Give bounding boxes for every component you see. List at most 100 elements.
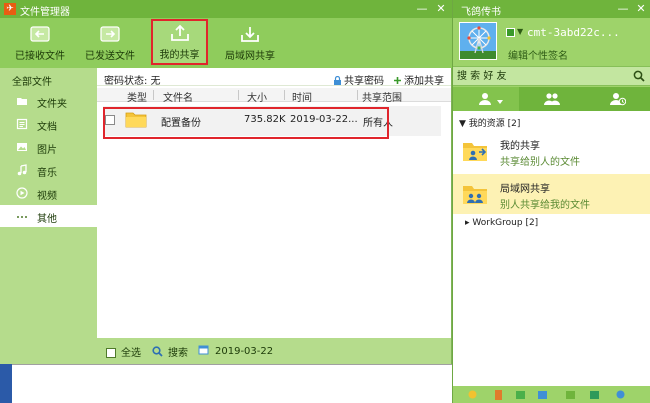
more-dots-icon (16, 210, 28, 222)
column-share-scope[interactable]: 共享范围 (362, 89, 402, 104)
minimize-button[interactable]: — (616, 2, 630, 16)
table-row[interactable]: 配置备份 735.82K 2019-03-22... 所有人 (103, 106, 441, 136)
friend-search-bar (453, 66, 650, 86)
add-share-link[interactable]: 添加共享 (393, 72, 444, 87)
column-size[interactable]: 大小 (247, 89, 267, 104)
profile-area: ▼ cmt-3abd22c... 编辑个性签名 (453, 18, 650, 66)
toolbar-label: 已发送文件 (85, 51, 135, 62)
lan-share-button[interactable]: 局域网共享 (220, 22, 280, 66)
sidebar-header[interactable]: 全部文件 (12, 73, 52, 88)
date-filter[interactable]: 2019-03-22 (198, 344, 273, 357)
file-icon[interactable] (493, 389, 504, 400)
category-sidebar: 全部文件 文件夹 文档 图片 音乐 视频 其他 (0, 68, 97, 364)
document-icon (16, 118, 28, 130)
sent-files-button[interactable]: 已发送文件 (80, 22, 140, 66)
sidebar-item-label: 文件夹 (37, 99, 67, 110)
status-dropdown-icon[interactable]: ▼ (517, 27, 523, 36)
row-checkbox[interactable] (105, 115, 115, 125)
messenger-footer-toolbar (453, 386, 650, 403)
username[interactable]: cmt-3abd22c... (527, 26, 620, 39)
sidebar-item-videos[interactable]: 视频 (0, 182, 97, 204)
sidebar-item-other[interactable]: 其他 (0, 205, 97, 227)
column-divider[interactable] (238, 90, 239, 100)
toolbar-label: 我的共享 (159, 50, 200, 61)
tab-recent[interactable] (585, 87, 650, 111)
folder-icon (125, 109, 147, 129)
resource-description: 共享给别人的文件 (500, 157, 580, 168)
sidebar-item-label: 视频 (37, 191, 57, 202)
app-logo-icon: ✈ (4, 3, 16, 15)
column-time[interactable]: 时间 (292, 89, 312, 104)
messenger-titlebar[interactable]: 飞鸽传书 — ✕ (453, 0, 650, 18)
file-manager-titlebar[interactable]: ✈ 文件管理器 — ✕ (0, 0, 452, 18)
group-label: WorkGroup [2] (472, 218, 539, 228)
file-grid-header: 类型 文件名 大小 时间 共享范围 (97, 88, 451, 104)
tab-dropdown-icon (497, 100, 503, 104)
contact-person-icon (479, 93, 491, 105)
expand-down-icon: ▼ (459, 119, 469, 129)
plus-icon (393, 76, 402, 85)
column-type[interactable]: 类型 (127, 89, 147, 104)
message-icon[interactable] (515, 389, 526, 400)
resource-my-share[interactable]: 我的共享 共享给别人的文件 (453, 131, 650, 171)
folder-icon (16, 95, 28, 107)
app-center-icon[interactable] (589, 389, 600, 400)
settings-icon[interactable] (467, 389, 478, 400)
sidebar-item-label: 音乐 (37, 168, 57, 179)
group-my-resources[interactable]: ▼ 我的资源 [2] (459, 116, 520, 129)
desktop: ✈ 文件管理器 — ✕ 已接收文件 已发送文件 我的共享 局域网共享 全部文件 … (0, 0, 650, 403)
friend-search-input[interactable] (457, 69, 627, 84)
background-window-edge (0, 364, 12, 403)
share-icon[interactable] (565, 389, 576, 400)
column-divider[interactable] (153, 90, 154, 100)
resource-lan-share[interactable]: 局域网共享 别人共享给我的文件 (453, 174, 650, 214)
tab-contacts[interactable] (453, 87, 519, 111)
my-share-button[interactable]: 我的共享 (151, 19, 208, 65)
video-icon (16, 187, 28, 199)
messenger-window: 飞鸽传书 — ✕ ▼ cmt-3abd22c... 编辑个性签名 搜 索 好 友… (452, 0, 650, 403)
search-icon (152, 346, 163, 357)
signature-field[interactable]: 编辑个性签名 (508, 47, 568, 62)
password-status-bar: 密码状态: 无 共享密码 添加共享 (97, 68, 451, 87)
sidebar-item-music[interactable]: 音乐 (0, 159, 97, 181)
calendar-icon (198, 344, 209, 355)
background-window-border (12, 364, 452, 365)
lan-folder-icon (461, 180, 489, 208)
resource-name: 局域网共享 (500, 184, 550, 195)
share-password-label: 共享密码 (344, 76, 384, 87)
outbox-arrow-icon (99, 24, 121, 44)
sidebar-item-documents[interactable]: 文档 (0, 113, 97, 135)
toolbar-label: 已接收文件 (15, 51, 65, 62)
messenger-title: 飞鸽传书 (461, 7, 501, 18)
menu-icon[interactable] (615, 389, 626, 400)
group-workgroup[interactable]: ▸ WorkGroup [2] (465, 218, 538, 228)
select-all-checkbox[interactable]: 全选 (106, 344, 141, 359)
column-divider[interactable] (357, 90, 358, 100)
tools-icon[interactable] (537, 389, 548, 400)
search-icon[interactable] (633, 70, 645, 82)
close-button[interactable]: ✕ (434, 2, 448, 16)
tab-groups[interactable] (519, 87, 585, 111)
window-title: 文件管理器 (20, 7, 70, 18)
share-folder-icon (461, 137, 489, 165)
group-people-icon (544, 93, 560, 105)
sidebar-item-folders[interactable]: 文件夹 (0, 90, 97, 112)
received-files-button[interactable]: 已接收文件 (10, 22, 70, 66)
sidebar-item-label: 其他 (37, 214, 57, 225)
sidebar-item-images[interactable]: 图片 (0, 136, 97, 158)
sidebar-item-label: 图片 (37, 145, 57, 156)
minimize-button[interactable]: — (415, 2, 429, 16)
messenger-tabs (453, 87, 650, 111)
share-password-link[interactable]: 共享密码 (333, 72, 384, 87)
password-status: 密码状态: 无 (104, 76, 161, 87)
column-filename[interactable]: 文件名 (163, 89, 193, 104)
resource-description: 别人共享给我的文件 (500, 200, 590, 211)
close-button[interactable]: ✕ (634, 2, 648, 16)
avatar[interactable] (459, 22, 497, 60)
column-divider[interactable] (284, 90, 285, 100)
checkbox-box (106, 348, 116, 358)
sidebar-item-label: 文档 (37, 122, 57, 133)
online-status-indicator[interactable] (506, 28, 515, 37)
music-icon (16, 164, 28, 176)
search-button[interactable]: 搜索 (152, 344, 188, 359)
